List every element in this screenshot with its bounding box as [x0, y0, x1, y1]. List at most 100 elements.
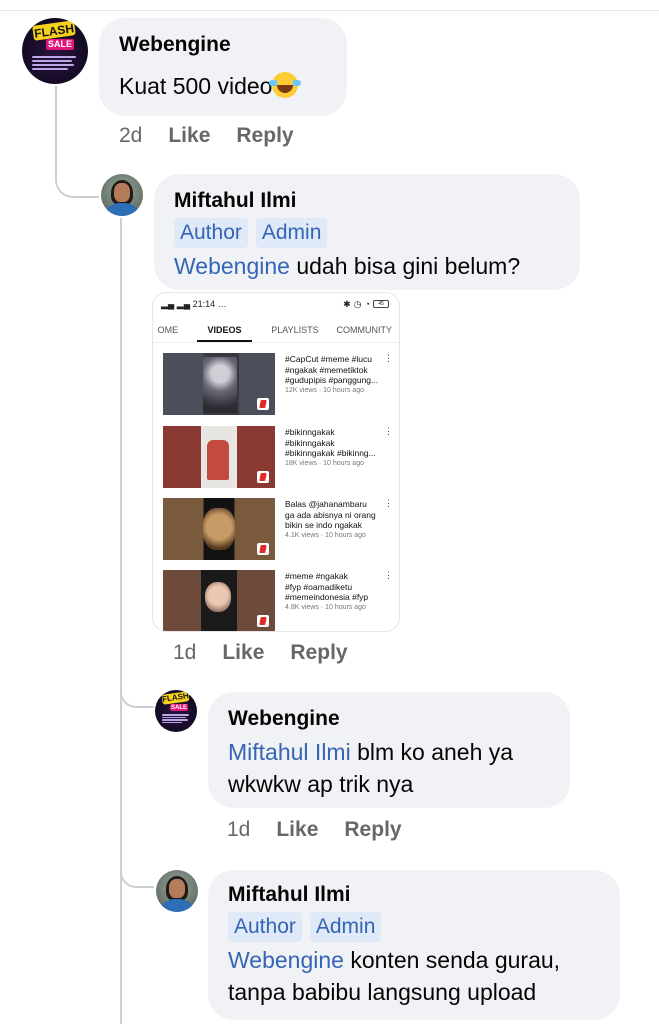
thumbnail-image: [207, 440, 229, 480]
avatar[interactable]: [156, 870, 198, 912]
avatar-shirt: [106, 202, 138, 216]
tab-videos[interactable]: VIDEOS: [196, 321, 253, 342]
video-thumbnail: [163, 570, 275, 631]
comment-author[interactable]: Miftahul Ilmi: [174, 188, 560, 214]
tab-community[interactable]: COMMUNITY: [330, 321, 399, 342]
avatar-face: [169, 879, 185, 898]
thread-line: [120, 660, 154, 708]
comment-actions: 2d Like Reply: [119, 124, 294, 148]
battery-icon: 45: [373, 300, 389, 308]
video-title-line: #bikinngakak: [285, 437, 335, 448]
video-item[interactable]: #CapCut #meme #lucu #ngakak #memetiktok …: [163, 353, 393, 417]
thread-line: [120, 840, 154, 888]
status-time: 21:14: [192, 298, 216, 309]
comment-text-line2: tanpa babibu langsung upload: [228, 979, 537, 1005]
video-title-line: Balas @jahanambaru: [285, 499, 367, 509]
avatar-face: [114, 183, 130, 202]
video-thumbnail: [163, 353, 275, 415]
admin-badge: Admin: [309, 912, 382, 942]
status-ellipsis: …: [217, 298, 227, 309]
flash-badge: FLASH: [32, 20, 76, 41]
comment-text-line2: wkwkw ap trik nya: [228, 771, 414, 797]
comment-text-body: konten senda gurau,: [343, 947, 561, 973]
avatar-shirt: [161, 898, 193, 912]
video-item[interactable]: Balas @jahanambaru ga ada abisnya ni ora…: [163, 498, 393, 562]
mention-link[interactable]: Webengine: [174, 253, 290, 279]
video-info: Balas @jahanambaru ga ada abisnya ni ora…: [285, 498, 393, 562]
video-info: #bikinngakak #bikinngakak #bikinngakak #…: [285, 426, 393, 490]
avatar-text-lines: [32, 56, 78, 70]
comment-bubble: Miftahul Ilmi Author Admin Webengine kon…: [208, 870, 620, 1020]
laughing-emoji-icon: [269, 72, 302, 98]
video-title-line: #gudupipis #panggung...: [285, 375, 379, 385]
video-meta: 18K views · 10 hours ago: [285, 459, 364, 467]
mention-link[interactable]: Webengine: [228, 947, 344, 973]
author-badge: Author: [174, 218, 248, 248]
sale-badge: SALE: [46, 39, 74, 50]
reply-button[interactable]: Reply: [344, 818, 401, 842]
flash-badge: FLASH: [161, 691, 190, 705]
video-title-line: #meme #ngakak: [285, 571, 348, 581]
thumbnail-image: [203, 508, 235, 550]
shorts-icon: [257, 543, 269, 555]
top-divider: [0, 10, 659, 11]
video-info: #CapCut #meme #lucu #ngakak #memetiktok …: [285, 353, 393, 417]
comment-text: Webengine udah bisa gini belum?: [174, 250, 560, 282]
video-title-line: #bikinngakak #bikinng...: [285, 448, 376, 458]
tab-playlists[interactable]: PLAYLISTS: [260, 321, 329, 342]
comment-time[interactable]: 2d: [119, 124, 142, 148]
bluetooth-icon: ✱: [343, 298, 351, 309]
comment-actions: 1d Like Reply: [173, 641, 348, 665]
video-thumbnail: [163, 426, 275, 488]
alarm-icon: ◷: [353, 298, 362, 309]
comment-author[interactable]: Webengine: [119, 32, 327, 58]
tab-home[interactable]: OME: [153, 321, 183, 342]
reply-button[interactable]: Reply: [290, 641, 347, 665]
comment-actions: 1d Like Reply: [227, 818, 402, 842]
like-button[interactable]: Like: [168, 124, 210, 148]
avatar[interactable]: FLASH SALE: [22, 18, 88, 84]
more-options-icon[interactable]: ⋮: [384, 499, 393, 508]
attached-image[interactable]: ▂▄ ▂▄ 21:14 … ✱ ◷ ◔ 45 OME VIDEOS PLAYLI…: [152, 292, 400, 632]
video-meta: 4.1K views · 10 hours ago: [285, 531, 366, 539]
comment-bubble: Webengine Miftahul Ilmi blm ko aneh ya w…: [208, 692, 570, 808]
wifi-icon: ◔: [364, 299, 370, 309]
like-button[interactable]: Like: [222, 641, 264, 665]
comment-author[interactable]: Webengine: [228, 706, 550, 732]
sale-badge: SALE: [170, 704, 188, 711]
role-badges: Author Admin: [228, 912, 600, 942]
status-bar: ▂▄ ▂▄ 21:14 … ✱ ◷ ◔ 45: [153, 293, 399, 315]
shorts-icon: [257, 471, 269, 483]
video-title-line: #CapCut #meme #lucu: [285, 354, 372, 364]
shorts-icon: [257, 398, 269, 410]
shorts-icon: [257, 615, 269, 627]
channel-tabs: OME VIDEOS PLAYLISTS COMMUNITY: [153, 321, 399, 343]
comment-text: Webengine konten senda gurau,: [228, 944, 600, 976]
status-icons: ✱ ◷ ◔ 45: [343, 299, 389, 310]
video-title-line: ga ada abisnya ni orang: [285, 509, 376, 520]
video-title-line: bikin se indo ngakak: [285, 520, 363, 530]
video-meta: 12K views · 10 hours ago: [285, 386, 364, 394]
thread-line: [55, 86, 99, 198]
video-title-line: #memeindonesia #fyp: [285, 592, 369, 602]
comment-text-body: udah bisa gini belum?: [289, 253, 521, 279]
video-info: #meme #ngakak #fyp #oamadiketu #memeindo…: [285, 570, 393, 631]
video-item[interactable]: #bikinngakak #bikinngakak #bikinngakak #…: [163, 426, 393, 490]
more-options-icon[interactable]: ⋮: [384, 571, 393, 580]
comment-text-body: blm ko aneh ya: [350, 739, 514, 765]
mention-link[interactable]: Miftahul Ilmi: [228, 739, 351, 765]
more-options-icon[interactable]: ⋮: [384, 427, 393, 436]
comment-time[interactable]: 1d: [173, 641, 196, 665]
comment-time[interactable]: 1d: [227, 818, 250, 842]
like-button[interactable]: Like: [276, 818, 318, 842]
avatar[interactable]: FLASH SALE: [155, 690, 197, 732]
avatar[interactable]: [101, 174, 143, 216]
comment-text: Kuat 500 video: [119, 70, 327, 102]
comment-author[interactable]: Miftahul Ilmi: [228, 882, 600, 908]
comment-bubble: Miftahul Ilmi Author Admin Webengine uda…: [154, 174, 580, 290]
thumbnail-image: [203, 357, 237, 413]
video-item[interactable]: #meme #ngakak #fyp #oamadiketu #memeindo…: [163, 570, 393, 631]
more-options-icon[interactable]: ⋮: [384, 354, 393, 363]
avatar-text-lines: [162, 714, 190, 723]
reply-button[interactable]: Reply: [236, 124, 293, 148]
